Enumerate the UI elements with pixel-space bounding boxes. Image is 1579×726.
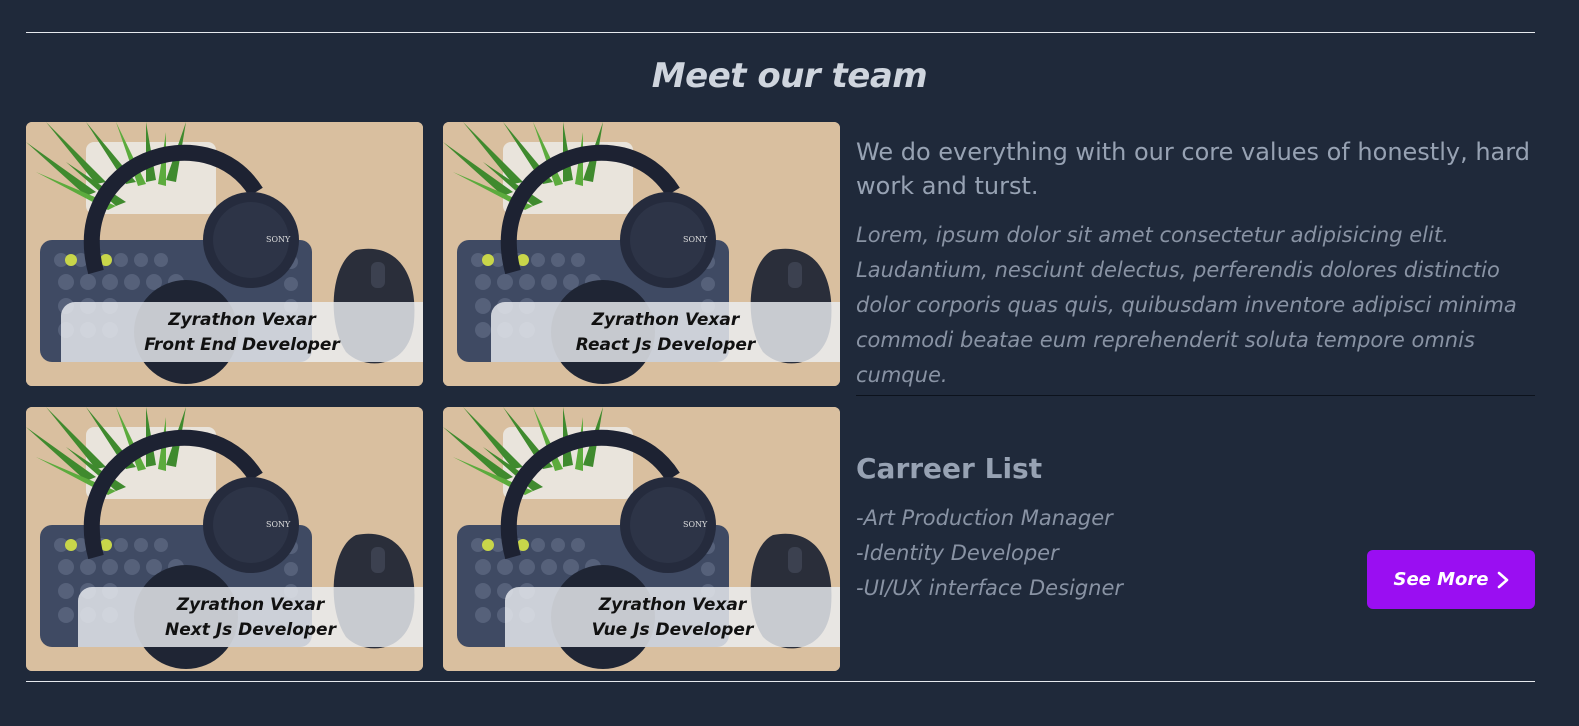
team-caption: Zyrathon Vexar React Js Developer bbox=[491, 302, 840, 362]
top-divider bbox=[26, 32, 1535, 33]
career-list: -Art Production Manager -Identity Develo… bbox=[856, 501, 1123, 606]
team-caption: Zyrathon Vexar Front End Developer bbox=[61, 302, 423, 362]
team-member-role: Next Js Developer bbox=[165, 620, 336, 640]
career-list-title: Carreer List bbox=[856, 452, 1043, 485]
team-card: Zyrathon Vexar Vue Js Developer bbox=[443, 407, 840, 671]
team-member-role: Vue Js Developer bbox=[591, 620, 754, 640]
team-card: Zyrathon Vexar Next Js Developer bbox=[26, 407, 423, 671]
career-list-item: -Identity Developer bbox=[856, 541, 1059, 565]
team-caption: Zyrathon Vexar Next Js Developer bbox=[78, 587, 423, 647]
team-card: Zyrathon Vexar React Js Developer bbox=[443, 122, 840, 386]
career-list-item: -Art Production Manager bbox=[856, 506, 1113, 530]
chevron-right-icon bbox=[1497, 571, 1508, 588]
team-member-name: Zyrathon Vexar bbox=[591, 310, 740, 330]
core-values-lead: We do everything with our core values of… bbox=[856, 138, 1530, 200]
team-member-name: Zyrathon Vexar bbox=[176, 595, 325, 615]
core-values-paragraph: Lorem, ipsum dolor sit amet consectetur … bbox=[856, 223, 1517, 387]
team-caption: Zyrathon Vexar Vue Js Developer bbox=[505, 587, 840, 647]
career-list-item: -UI/UX interface Designer bbox=[856, 576, 1124, 600]
see-more-label: See More bbox=[1393, 569, 1489, 590]
bottom-divider bbox=[26, 681, 1535, 682]
team-card: Zyrathon Vexar Front End Developer bbox=[26, 122, 423, 386]
team-member-role: Front End Developer bbox=[144, 335, 340, 355]
team-member-name: Zyrathon Vexar bbox=[598, 595, 747, 615]
team-member-role: React Js Developer bbox=[575, 335, 756, 355]
team-member-name: Zyrathon Vexar bbox=[168, 310, 316, 330]
section-divider bbox=[856, 395, 1535, 396]
section-title: Meet our team bbox=[651, 56, 928, 96]
see-more-button[interactable]: See More bbox=[1367, 550, 1535, 609]
